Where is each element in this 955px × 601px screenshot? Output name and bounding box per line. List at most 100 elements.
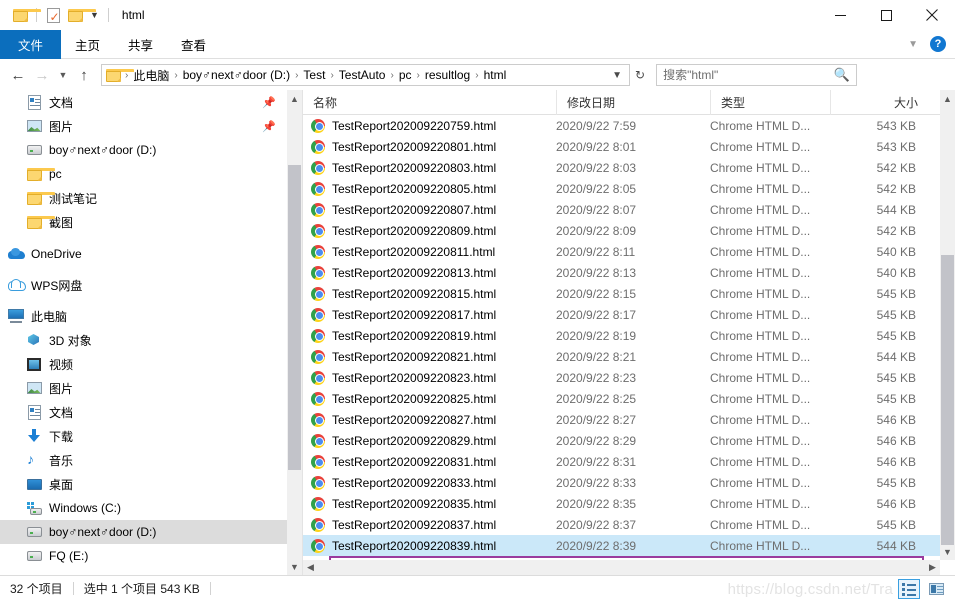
table-row[interactable]: TestReport202009220831.html 2020/9/22 8:… bbox=[303, 451, 940, 472]
table-row[interactable]: TestReport202009220809.html 2020/9/22 8:… bbox=[303, 220, 940, 241]
scroll-up-icon[interactable]: ▲ bbox=[287, 90, 302, 107]
sidebar-item-test-notes[interactable]: 测试笔记 bbox=[0, 186, 288, 210]
help-icon[interactable]: ? bbox=[930, 36, 946, 52]
table-row[interactable]: TestReport202009220801.html 2020/9/22 8:… bbox=[303, 136, 940, 157]
maximize-button[interactable] bbox=[863, 0, 909, 30]
table-row[interactable]: TestReport202009220807.html 2020/9/22 8:… bbox=[303, 199, 940, 220]
file-type-cell: Chrome HTML D... bbox=[710, 538, 811, 553]
sidebar-scrollbar[interactable]: ▲ ▼ bbox=[287, 90, 302, 575]
tab-file[interactable]: 文件 bbox=[0, 30, 62, 59]
address-bar[interactable]: › 此电脑 › boy♂next♂door (D:) › Test › Test… bbox=[101, 64, 630, 86]
scroll-down-icon[interactable]: ▼ bbox=[287, 558, 302, 575]
table-row[interactable]: TestReport202009220803.html 2020/9/22 8:… bbox=[303, 157, 940, 178]
sidebar-item-pc-folder[interactable]: pc bbox=[0, 162, 288, 186]
file-type-cell: Chrome HTML D... bbox=[710, 286, 811, 301]
file-date-cell: 2020/9/22 8:31 bbox=[556, 454, 637, 469]
table-row[interactable]: TestReport202009220759.html 2020/9/22 7:… bbox=[303, 115, 940, 136]
search-icon[interactable]: 🔍 bbox=[834, 67, 850, 83]
column-header-date[interactable]: 修改日期 bbox=[556, 90, 710, 115]
table-row[interactable]: TestReport202009220837.html 2020/9/22 8:… bbox=[303, 514, 940, 535]
tab-view[interactable]: 查看 bbox=[167, 30, 220, 59]
table-row[interactable]: TestReport202009220827.html 2020/9/22 8:… bbox=[303, 409, 940, 430]
refresh-icon[interactable]: ↻ bbox=[630, 68, 650, 82]
table-row-selected[interactable]: TestReport202009220839.html 2020/9/22 8:… bbox=[303, 535, 940, 556]
sidebar-item-wps-cloud[interactable]: WPS网盘 bbox=[0, 273, 288, 297]
table-row[interactable]: TestReport202009220805.html 2020/9/22 8:… bbox=[303, 178, 940, 199]
table-row[interactable]: TestReport202009220833.html 2020/9/22 8:… bbox=[303, 472, 940, 493]
sidebar-item-pictures-quick[interactable]: 图片 📌 bbox=[0, 114, 288, 138]
breadcrumb-drive-d[interactable]: boy♂next♂door (D:) bbox=[179, 68, 294, 82]
sidebar-item-documents-quick[interactable]: 文档 📌 bbox=[0, 90, 288, 114]
sidebar-item-documents[interactable]: 文档 bbox=[0, 400, 288, 424]
sidebar-item-desktop[interactable]: 桌面 bbox=[0, 472, 288, 496]
file-date-cell: 2020/9/22 8:09 bbox=[556, 223, 637, 238]
chevron-down-icon[interactable]: ▼ bbox=[908, 39, 918, 50]
table-row[interactable]: TestReport202009220829.html 2020/9/22 8:… bbox=[303, 430, 940, 451]
sidebar-item-videos[interactable]: 视频 bbox=[0, 352, 288, 376]
column-header-size[interactable]: 大小 bbox=[830, 90, 926, 115]
tiles-view-button[interactable] bbox=[925, 579, 947, 599]
sidebar-scroll-thumb[interactable] bbox=[288, 165, 301, 470]
file-date-cell: 2020/9/22 8:33 bbox=[556, 475, 637, 490]
sidebar-item-onedrive[interactable]: OneDrive bbox=[0, 242, 288, 266]
column-header-type[interactable]: 类型 bbox=[710, 90, 830, 115]
file-list-hscrollbar[interactable]: ◀ ▶ bbox=[303, 560, 940, 575]
sidebar-item-music[interactable]: ♪ 音乐 bbox=[0, 448, 288, 472]
sidebar-item-windows-c[interactable]: Windows (C:) bbox=[0, 496, 288, 520]
table-row[interactable]: TestReport202009220823.html 2020/9/22 8:… bbox=[303, 367, 940, 388]
address-dropdown-icon[interactable]: ▼ bbox=[607, 70, 627, 81]
qat-chevron-down-icon[interactable]: ▼ bbox=[86, 10, 103, 20]
pin-icon[interactable]: 📌 bbox=[262, 120, 276, 133]
up-button[interactable]: ↑ bbox=[72, 63, 96, 87]
file-name-cell: TestReport202009220829.html bbox=[303, 433, 556, 448]
table-row[interactable]: TestReport202009220813.html 2020/9/22 8:… bbox=[303, 262, 940, 283]
ribbon-tab-bar: 文件 主页 共享 查看 ▼ ? bbox=[0, 30, 955, 59]
search-box[interactable]: 🔍 bbox=[656, 64, 858, 86]
sidebar-item-drive-e[interactable]: FQ (E:) bbox=[0, 544, 288, 568]
table-row[interactable]: TestReport202009220821.html 2020/9/22 8:… bbox=[303, 346, 940, 367]
sidebar-item-drive-d[interactable]: boy♂next♂door (D:) bbox=[0, 520, 288, 544]
close-button[interactable] bbox=[909, 0, 955, 30]
back-button[interactable]: ← bbox=[6, 63, 30, 87]
breadcrumb-testauto[interactable]: TestAuto bbox=[335, 68, 390, 82]
breadcrumb-this-pc[interactable]: 此电脑 bbox=[129, 67, 173, 84]
qat-folder-icon[interactable] bbox=[9, 4, 41, 26]
title-bar: ✓ ▼ html bbox=[0, 0, 955, 30]
sidebar-item-downloads[interactable]: 下载 bbox=[0, 424, 288, 448]
table-row[interactable]: TestReport202009220825.html 2020/9/22 8:… bbox=[303, 388, 940, 409]
file-date-cell: 2020/9/22 8:05 bbox=[556, 181, 637, 196]
scroll-up-icon[interactable]: ▲ bbox=[940, 90, 955, 107]
sidebar-item-drive-d-quick[interactable]: boy♂next♂door (D:) bbox=[0, 138, 288, 162]
sidebar-item-pictures[interactable]: 图片 bbox=[0, 376, 288, 400]
table-row[interactable]: TestReport202009220819.html 2020/9/22 8:… bbox=[303, 325, 940, 346]
recent-locations-icon[interactable]: ▼ bbox=[54, 63, 72, 87]
new-folder-icon[interactable] bbox=[64, 4, 96, 26]
file-type-cell: Chrome HTML D... bbox=[710, 370, 811, 385]
sidebar-item-3d-objects[interactable]: 3D 对象 bbox=[0, 328, 288, 352]
table-row[interactable]: TestReport202009220835.html 2020/9/22 8:… bbox=[303, 493, 940, 514]
breadcrumb-pc[interactable]: pc bbox=[395, 68, 416, 82]
minimize-button[interactable] bbox=[817, 0, 863, 30]
file-list-scroll-thumb[interactable] bbox=[941, 255, 954, 545]
table-row[interactable]: TestReport202009220815.html 2020/9/22 8:… bbox=[303, 283, 940, 304]
details-view-button[interactable] bbox=[898, 578, 920, 599]
search-input[interactable] bbox=[663, 68, 834, 82]
file-name-cell: TestReport202009220837.html bbox=[303, 517, 556, 532]
scroll-right-icon[interactable]: ▶ bbox=[925, 560, 940, 575]
scroll-left-icon[interactable]: ◀ bbox=[303, 560, 318, 575]
breadcrumb-html[interactable]: html bbox=[480, 68, 511, 82]
scroll-down-icon[interactable]: ▼ bbox=[940, 543, 955, 560]
sidebar-item-screenshots[interactable]: 截图 bbox=[0, 210, 288, 234]
sidebar-item-this-pc[interactable]: 此电脑 bbox=[0, 304, 288, 328]
file-list-scrollbar[interactable]: ▲ ▼ bbox=[940, 90, 955, 560]
table-row[interactable]: TestReport202009220811.html 2020/9/22 8:… bbox=[303, 241, 940, 262]
file-type-cell: Chrome HTML D... bbox=[710, 223, 811, 238]
pin-icon[interactable]: 📌 bbox=[262, 96, 276, 109]
column-header-name[interactable]: ⌃ 名称 bbox=[303, 90, 556, 115]
tab-share[interactable]: 共享 bbox=[114, 30, 167, 59]
table-row[interactable]: TestReport202009220817.html 2020/9/22 8:… bbox=[303, 304, 940, 325]
breadcrumb-resultlog[interactable]: resultlog bbox=[421, 68, 474, 82]
properties-icon[interactable]: ✓ bbox=[42, 4, 64, 26]
tab-home[interactable]: 主页 bbox=[61, 30, 114, 59]
breadcrumb-test[interactable]: Test bbox=[299, 68, 329, 82]
